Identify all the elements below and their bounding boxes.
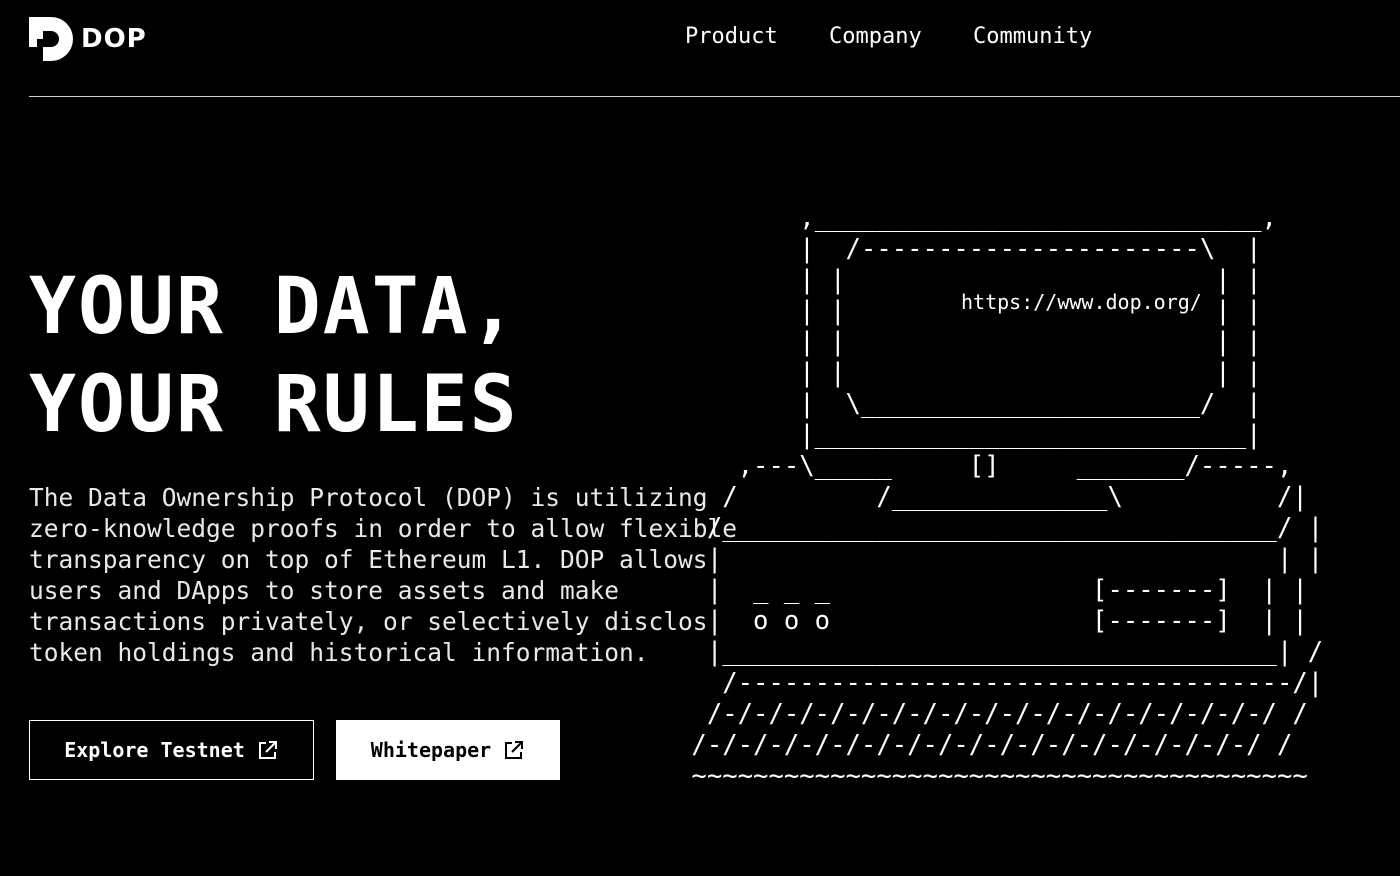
hero-description: The Data Ownership Protocol (DOP) is uti… [29, 483, 738, 667]
screen-url-text: https://www.dop.org/ [961, 290, 1202, 314]
logo-text: DOP [81, 24, 147, 54]
external-link-icon [258, 741, 277, 759]
main-nav: Product Company Community [685, 24, 1138, 49]
hero-title-line-2: YOUR RULES [29, 360, 519, 450]
external-link-icon [505, 741, 524, 759]
hero-title-line-1: YOUR DATA, [29, 262, 519, 352]
explore-testnet-button[interactable]: Explore Testnet [29, 720, 314, 780]
hero-title: YOUR DATA, YOUR RULES [29, 258, 519, 454]
explore-testnet-label: Explore Testnet [64, 738, 245, 762]
nav-community[interactable]: Community [973, 24, 1092, 49]
nav-product[interactable]: Product [685, 24, 783, 49]
nav-company[interactable]: Company [829, 24, 927, 49]
whitepaper-button[interactable]: Whitepaper [336, 720, 560, 780]
landing-page: DOP Product Company Community YOUR DATA,… [0, 0, 1400, 876]
dop-logo-icon [29, 17, 73, 61]
header-divider [29, 96, 1400, 97]
whitepaper-label: Whitepaper [370, 738, 492, 762]
logo[interactable]: DOP [29, 17, 147, 61]
